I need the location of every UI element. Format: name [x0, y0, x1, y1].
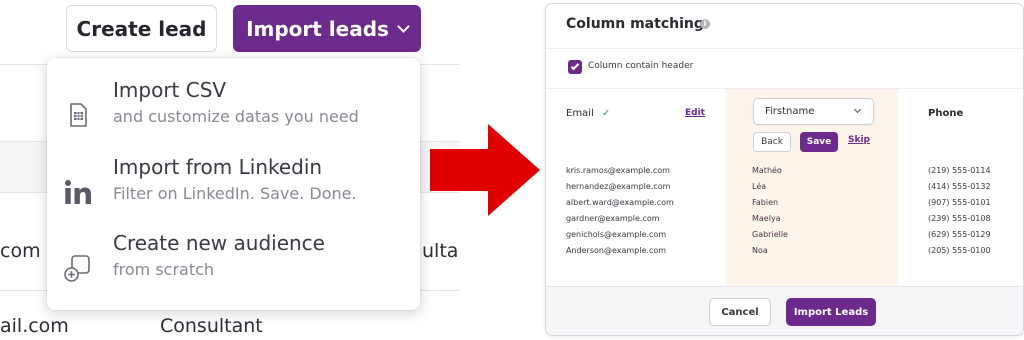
header-checkbox[interactable]: [568, 60, 582, 74]
back-label: Back: [761, 137, 783, 147]
email-cell: genichols@example.com: [566, 230, 667, 239]
check-icon: [570, 61, 580, 71]
menu-item-create-audience[interactable]: Create new audience from scratch: [47, 231, 420, 301]
table-cell-email: com: [0, 240, 41, 262]
add-audience-icon: [63, 253, 93, 283]
menu-item-subtitle: and customize datas you need: [113, 107, 359, 126]
import-leads-submit-button[interactable]: Import Leads: [786, 298, 876, 326]
info-icon[interactable]: i: [700, 19, 710, 29]
chevron-down-icon: [397, 19, 410, 33]
modal-title: Column matching: [566, 16, 704, 32]
cancel-button[interactable]: Cancel: [709, 298, 771, 326]
menu-item-import-csv[interactable]: Import CSV and customize datas you need: [47, 78, 420, 148]
column-matching-modal: Column matching i Column contain header …: [545, 3, 1024, 336]
import-leads-button[interactable]: Import leads: [233, 5, 421, 52]
email-cell: kris.ramos@example.com: [566, 166, 670, 175]
email-cell: hernandez@example.com: [566, 182, 671, 191]
import-leads-submit-label: Import Leads: [793, 306, 869, 318]
skip-link[interactable]: Skip: [848, 135, 870, 145]
table-cell-email: ail.com: [0, 315, 69, 337]
phone-cell: (414) 555-0132: [928, 182, 991, 191]
leads-page-background: com ultar ail.com Consultant Create lead…: [0, 0, 460, 340]
firstname-field-select[interactable]: Firstname: [753, 98, 874, 125]
modal-footer: Cancel Import Leads: [546, 286, 1023, 335]
cancel-label: Cancel: [721, 306, 759, 318]
email-cell: Anderson@example.com: [566, 246, 667, 255]
phone-column-label: Phone: [928, 108, 964, 119]
firstname-cell: Noa: [752, 246, 768, 255]
chevron-down-icon: [853, 105, 862, 114]
table-cell-role: ultar: [422, 240, 460, 262]
header-checkbox-label: Column contain header: [588, 61, 694, 71]
import-leads-label: Import leads: [246, 16, 389, 41]
email-cell: gardner@example.com: [566, 214, 660, 223]
import-leads-dropdown: Import CSV and customize datas you need …: [47, 58, 420, 310]
firstname-cell: Fabien: [752, 198, 779, 207]
back-button[interactable]: Back: [753, 132, 791, 152]
phone-cell: (907) 555-0101: [928, 198, 991, 207]
save-button[interactable]: Save: [800, 132, 838, 152]
csv-file-icon: [63, 100, 93, 130]
menu-item-title: Import CSV: [113, 78, 227, 102]
edit-email-link[interactable]: Edit: [685, 108, 705, 118]
email-column-label: Email: [566, 108, 594, 119]
create-lead-button[interactable]: Create lead: [66, 5, 217, 52]
phone-cell: (629) 555-0129: [928, 230, 991, 239]
phone-cell: (219) 555-0114: [928, 166, 991, 175]
menu-item-title: Create new audience: [113, 231, 325, 255]
select-value: Firstname: [765, 106, 815, 117]
email-cell: albert.ward@example.com: [566, 198, 674, 207]
table-cell-role: Consultant: [160, 315, 263, 337]
firstname-cell: Mathéo: [752, 166, 782, 175]
menu-item-title: Import from Linkedin: [113, 155, 323, 179]
menu-item-subtitle: from scratch: [113, 260, 215, 279]
phone-cell: (205) 555-0100: [928, 246, 991, 255]
divider: [546, 48, 1023, 49]
create-lead-label: Create lead: [76, 16, 207, 41]
check-icon: ✓: [602, 108, 611, 119]
phone-cell: (239) 555-0108: [928, 214, 991, 223]
firstname-cell: Gabrielle: [752, 230, 788, 239]
firstname-cell: Léa: [752, 182, 767, 191]
linkedin-icon: [63, 177, 93, 207]
menu-item-subtitle: Filter on LinkedIn. Save. Done.: [113, 184, 357, 203]
firstname-cell: Maelya: [752, 214, 781, 223]
menu-item-import-linkedin[interactable]: Import from Linkedin Filter on LinkedIn.…: [47, 155, 420, 225]
right-arrow-icon: [430, 124, 540, 216]
save-label: Save: [806, 137, 832, 147]
